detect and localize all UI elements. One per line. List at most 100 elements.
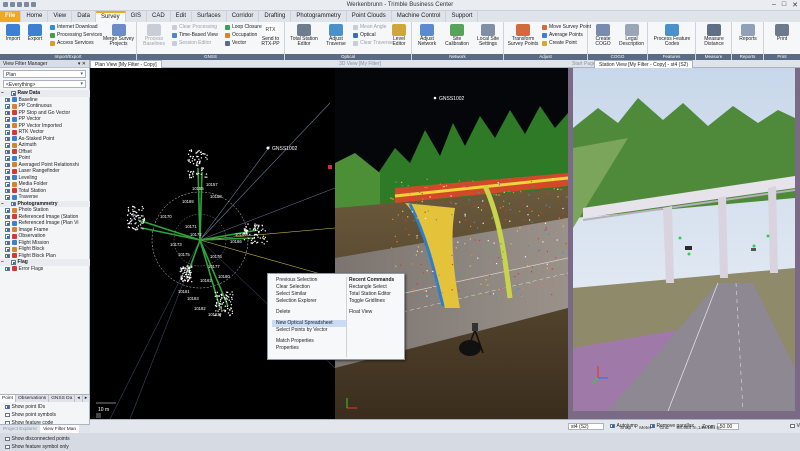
survey-point[interactable] — [138, 225, 139, 226]
survey-point[interactable] — [216, 295, 217, 296]
scroll-right-icon[interactable]: ▸ — [83, 395, 90, 402]
survey-point[interactable] — [186, 271, 187, 272]
tree-item[interactable]: Error Flags — [0, 266, 90, 273]
survey-point[interactable] — [189, 277, 190, 278]
item-checkbox[interactable] — [5, 98, 10, 103]
item-checkbox[interactable] — [5, 163, 10, 168]
survey-point[interactable] — [142, 215, 143, 216]
item-checkbox[interactable] — [5, 124, 10, 129]
collapse-icon[interactable]: − — [1, 259, 6, 266]
survey-point[interactable] — [131, 223, 132, 224]
survey-point[interactable] — [142, 223, 143, 224]
time-based-view-button[interactable]: Time-Based View — [172, 32, 218, 38]
survey-point[interactable] — [221, 308, 222, 309]
recent-menu-item[interactable]: Total Station Editor — [349, 291, 404, 298]
tab-view[interactable]: View — [48, 11, 72, 22]
survey-point[interactable] — [188, 274, 189, 275]
survey-point[interactable] — [196, 165, 197, 166]
survey-point[interactable] — [226, 301, 227, 302]
survey-point[interactable] — [192, 174, 193, 175]
tab-machine-control[interactable]: Machine Control — [392, 11, 447, 22]
survey-point[interactable] — [198, 159, 199, 160]
survey-point[interactable] — [219, 295, 220, 296]
3d-view-canvas[interactable]: GNSS1002 — [335, 68, 568, 419]
survey-point[interactable] — [127, 220, 128, 221]
survey-point[interactable] — [183, 280, 184, 281]
item-checkbox[interactable] — [5, 130, 10, 135]
survey-point[interactable] — [142, 206, 143, 207]
survey-point[interactable] — [143, 208, 144, 209]
survey-point[interactable] — [225, 306, 226, 307]
survey-point[interactable] — [182, 275, 183, 276]
survey-point[interactable] — [229, 314, 230, 315]
loop-closure-button[interactable]: Loop Closure — [225, 24, 262, 30]
survey-point[interactable] — [203, 153, 204, 154]
menu-item[interactable]: Clear Selection — [276, 284, 344, 291]
survey-point[interactable] — [191, 267, 192, 268]
survey-point[interactable] — [254, 226, 255, 227]
survey-point[interactable] — [183, 268, 184, 269]
occupation-button[interactable]: Occupation — [225, 32, 257, 38]
survey-point[interactable] — [244, 239, 245, 240]
item-checkbox[interactable] — [5, 221, 10, 226]
survey-point[interactable] — [187, 159, 188, 160]
item-checkbox[interactable] — [5, 117, 10, 122]
survey-point[interactable] — [197, 165, 198, 166]
survey-point[interactable] — [128, 210, 129, 211]
survey-point[interactable] — [135, 229, 136, 230]
survey-point[interactable] — [231, 297, 232, 298]
collapse-icon[interactable]: − — [1, 201, 6, 208]
recent-menu-item[interactable]: Toggle Gridlines — [349, 298, 404, 305]
3d-view-pane[interactable]: 3D View [My Filter] — [335, 60, 568, 419]
send-to-rtx-pp-button[interactable]: RTXSend to RTX-PP — [258, 24, 283, 47]
view-type-select[interactable]: Plan — [3, 70, 86, 78]
survey-point[interactable] — [137, 215, 138, 216]
survey-point[interactable] — [201, 169, 202, 170]
survey-point[interactable] — [201, 174, 202, 175]
station-combo[interactable]: st4 (S2) — [568, 423, 604, 430]
survey-point[interactable] — [256, 242, 257, 243]
survey-point[interactable] — [226, 295, 227, 296]
survey-point[interactable] — [232, 294, 233, 295]
mean-angle-button[interactable]: Mean Angle — [353, 24, 386, 30]
tab-point-clouds[interactable]: Point Clouds — [347, 11, 392, 22]
station-view-pane[interactable]: Start Page Station View [My Filter - Cop… — [568, 60, 800, 419]
survey-point[interactable] — [228, 312, 229, 313]
survey-point[interactable] — [189, 175, 190, 176]
survey-point[interactable] — [128, 209, 129, 210]
section-checkbox[interactable] — [11, 202, 16, 207]
internet-download-button[interactable]: Internet Download — [50, 24, 98, 30]
survey-point[interactable] — [189, 266, 190, 267]
print-button[interactable]: Print — [769, 24, 795, 42]
survey-point[interactable] — [220, 294, 221, 295]
survey-point[interactable] — [140, 224, 141, 225]
survey-point[interactable] — [222, 303, 223, 304]
survey-point[interactable] — [216, 303, 217, 304]
export-button[interactable]: Export — [25, 24, 45, 42]
survey-point[interactable] — [206, 155, 207, 156]
station-select[interactable]: st4 (S2) — [568, 423, 604, 430]
survey-point[interactable] — [144, 220, 145, 221]
survey-point[interactable] — [195, 152, 196, 153]
survey-point[interactable] — [190, 273, 191, 274]
survey-point[interactable] — [187, 280, 188, 281]
units-status[interactable]: Meter — [639, 426, 651, 431]
survey-point[interactable] — [230, 301, 231, 302]
survey-point[interactable] — [188, 161, 189, 162]
process-baselines-button[interactable]: Process Baselines — [140, 24, 168, 47]
option-checkbox[interactable] — [5, 437, 10, 442]
item-checkbox[interactable] — [5, 169, 10, 174]
survey-point[interactable] — [190, 162, 191, 163]
survey-point[interactable] — [197, 161, 198, 162]
recent-menu-item[interactable]: Rectangle Select — [349, 284, 404, 291]
local-site-settings-button[interactable]: Local Site Settings — [474, 24, 502, 47]
item-checkbox[interactable] — [5, 143, 10, 148]
survey-point[interactable] — [139, 221, 140, 222]
survey-point[interactable] — [223, 302, 224, 303]
tab-file[interactable]: File — [0, 11, 21, 22]
menu-item[interactable]: Select Similar — [276, 291, 344, 298]
survey-point[interactable] — [139, 209, 140, 210]
option-checkbox[interactable] — [5, 445, 10, 450]
survey-point[interactable] — [221, 306, 222, 307]
point-option[interactable]: Show point IDs — [0, 403, 90, 411]
